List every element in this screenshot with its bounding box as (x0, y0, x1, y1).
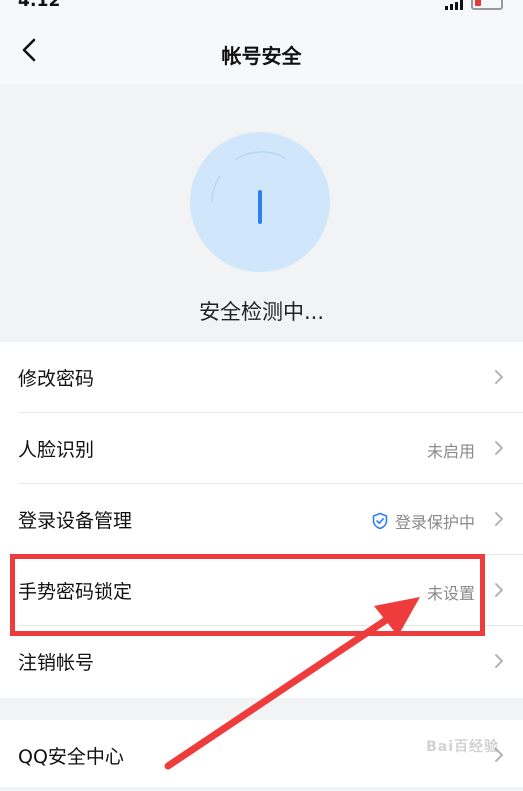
row-label: QQ安全中心 (18, 746, 124, 768)
row-value-text: 未设置 (426, 584, 475, 603)
chevron-right-icon (495, 654, 503, 668)
scan-spinner-icon (211, 151, 286, 224)
row-value-text: 未启用 (426, 442, 475, 461)
status-time: 4:12 (18, 0, 61, 11)
nav-bar: 帐号安全 (0, 14, 523, 84)
security-scan-panel: 安全检测中... (0, 84, 523, 342)
status-bar: 4:12 (0, 0, 523, 14)
row-face-recognition[interactable]: 人脸识别 未启用 (0, 413, 523, 484)
shield-check-icon (372, 512, 388, 530)
row-label: 修改密码 (18, 368, 95, 390)
row-label: 手势密码锁定 (18, 581, 133, 603)
page-title: 帐号安全 (221, 44, 302, 68)
row-value: 未设置 (427, 580, 475, 604)
row-gesture-password-lock[interactable]: 手势密码锁定 未设置 (0, 555, 523, 626)
row-label: 人脸识别 (18, 439, 95, 461)
security-settings-list: 修改密码 人脸识别 未启用 登录设备管理 登录保护中 手势密码锁定 未设置 注销… (0, 342, 523, 698)
row-value: 登录保护中 (371, 509, 475, 533)
scan-status: 安全检测中... (198, 300, 325, 324)
chevron-right-icon (495, 583, 503, 597)
signal-icon (445, 0, 463, 10)
scan-circle (190, 132, 330, 272)
row-change-password[interactable]: 修改密码 (0, 342, 523, 413)
chevron-right-icon (495, 512, 503, 526)
row-value-text: 登录保护中 (394, 513, 475, 532)
row-deactivate-account[interactable]: 注销帐号 (0, 626, 523, 697)
chevron-right-icon (495, 370, 503, 384)
row-login-device-management[interactable]: 登录设备管理 登录保护中 (0, 484, 523, 555)
battery-icon (471, 0, 503, 10)
row-label: 注销帐号 (18, 652, 95, 674)
row-label: 登录设备管理 (18, 510, 133, 532)
row-value: 未启用 (427, 438, 475, 462)
chevron-right-icon (495, 441, 503, 455)
watermark: Bai百经验 (426, 739, 499, 755)
status-icons (445, 0, 503, 10)
